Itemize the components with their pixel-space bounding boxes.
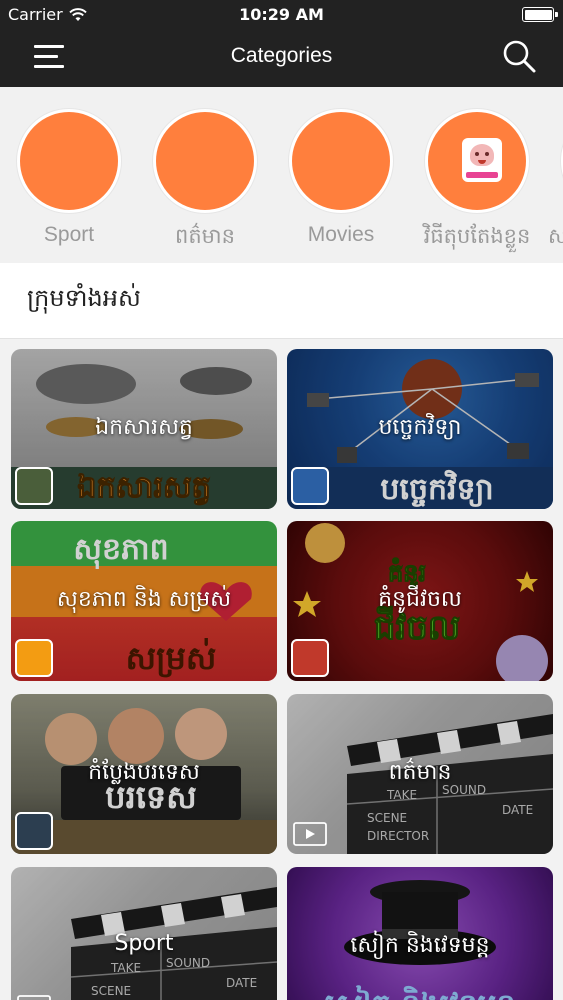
category-label: Movies xyxy=(307,223,375,246)
category-label: Sport xyxy=(43,223,95,246)
header: Carrier 10:29 AM Categories xyxy=(0,0,563,87)
tile-mini-thumbnail xyxy=(15,467,53,505)
status-time: 10:29 AM xyxy=(239,5,324,24)
section-header: ក្រុមទាំងអស់ xyxy=(0,263,563,339)
category-item-sport[interactable]: Sport xyxy=(0,109,136,259)
tile-label: បច្ចេកវិទ្យា xyxy=(378,415,462,440)
beauty-thumbnail xyxy=(462,138,502,182)
category-carousel[interactable]: Sport ពត៌មាន Movies វិធីតុបតែងខ្លួន ស xyxy=(0,87,563,263)
app-root: Carrier 10:29 AM Categories Sport ពត៌មាន… xyxy=(0,0,563,1000)
section-title: ក្រុមទាំងអស់ xyxy=(27,284,141,312)
tile-health-beauty[interactable]: សុខភាព សម្រស់ សុខភាព និង សម្រស់ xyxy=(11,521,277,681)
category-label: ស xyxy=(548,225,563,248)
tile-cartoon[interactable]: គំនូរ ជីវចល គំនូជីវចល xyxy=(287,521,553,681)
tile-label: ឯកសារសត្វ xyxy=(95,415,193,440)
tile-news[interactable]: TAKE SOUND DATE SCENE DIRECTOR ពត៌មាន xyxy=(287,694,553,854)
tile-label: សុខភាព និង សម្រស់ xyxy=(56,587,232,612)
category-label: ពត៌មាន xyxy=(175,225,235,248)
tile-label: គំនូជីវចល xyxy=(378,587,462,612)
tile-sport[interactable]: TAKE SOUND DATE SCENE Sport xyxy=(11,867,277,1000)
category-label: វិធីតុបតែងខ្លួន xyxy=(423,225,531,248)
search-icon xyxy=(503,40,536,73)
video-camera-icon xyxy=(293,822,327,846)
tile-mini-thumbnail xyxy=(15,639,53,677)
tile-technology[interactable]: បច្ចេកវិទ្យា បច្ចេកវិទ្យា xyxy=(287,349,553,509)
page-title: Categories xyxy=(230,44,333,67)
category-circle xyxy=(289,109,393,213)
status-bar: Carrier 10:29 AM xyxy=(0,0,563,30)
category-circle xyxy=(17,109,121,213)
tile-mini-thumbnail xyxy=(15,812,53,850)
tile-label: ពត៌មាន xyxy=(388,760,452,785)
category-circle xyxy=(153,109,257,213)
video-camera-icon xyxy=(17,995,51,1000)
tile-circus-magic[interactable]: សៀក និងវេទមន្ត សៀក និងវេទមន្ត xyxy=(287,867,553,1000)
nav-bar: Categories xyxy=(0,30,563,87)
tile-foreign-comedy[interactable]: បរទេស កំប្លែងបរទេស xyxy=(11,694,277,854)
category-item-beauty[interactable]: វិធីតុបតែងខ្លួន xyxy=(408,109,544,259)
tile-label: កំប្លែងបរទេស xyxy=(88,760,200,785)
category-item-partial[interactable]: ស xyxy=(544,109,563,259)
tile-mini-thumbnail xyxy=(291,639,329,677)
category-item-movies[interactable]: Movies xyxy=(272,109,408,259)
search-button[interactable] xyxy=(501,38,539,76)
category-item-news[interactable]: ពត៌មាន xyxy=(136,109,272,259)
tile-animal-documentary[interactable]: ឯកសារសត្វ ឯកសារសត្វ xyxy=(11,349,277,509)
tile-label: Sport xyxy=(114,931,174,956)
battery-icon xyxy=(522,7,558,22)
category-grid: ឯកសារសត្វ ឯកសារសត្វ បច្ចេកវិទ្យា បច្ចេកវ… xyxy=(0,339,563,1000)
tile-label: សៀក និងវេទមន្ត xyxy=(350,933,490,958)
tile-mini-thumbnail xyxy=(291,467,329,505)
category-circle xyxy=(425,109,529,213)
